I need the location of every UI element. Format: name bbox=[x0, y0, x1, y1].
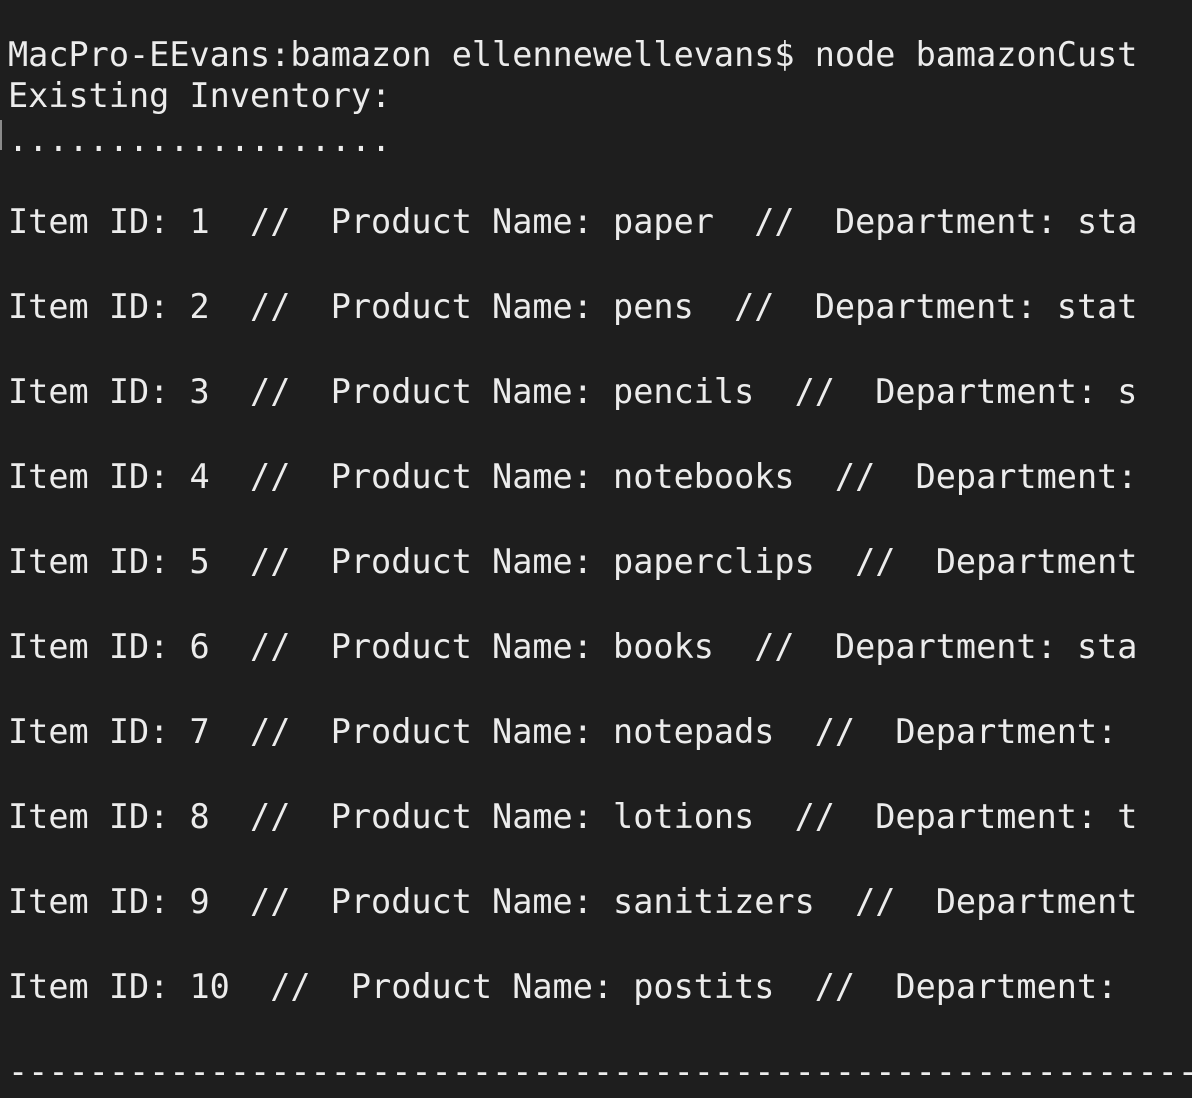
inventory-item-9: Item ID: 9 // Product Name: sanitizers /… bbox=[8, 882, 1138, 921]
inventory-item-6: Item ID: 6 // Product Name: books // Dep… bbox=[8, 627, 1138, 666]
command-prompt-line: MacPro-EEvans:bamazon ellennewellevans$ … bbox=[8, 35, 1138, 74]
inventory-item-2: Item ID: 2 // Product Name: pens // Depa… bbox=[8, 287, 1138, 326]
inventory-item-5: Item ID: 5 // Product Name: paperclips /… bbox=[8, 542, 1138, 581]
inventory-item-1: Item ID: 1 // Product Name: paper // Dep… bbox=[8, 202, 1138, 241]
inventory-item-8: Item ID: 8 // Product Name: lotions // D… bbox=[8, 797, 1138, 836]
inventory-item-7: Item ID: 7 // Product Name: notepads // … bbox=[8, 712, 1118, 751]
inventory-header: Existing Inventory: bbox=[8, 76, 392, 115]
dots-divider: ................... bbox=[8, 120, 392, 159]
separator-line: ----------------------------------------… bbox=[8, 1052, 1192, 1091]
inventory-item-10: Item ID: 10 // Product Name: postits // … bbox=[8, 967, 1118, 1006]
text-cursor bbox=[0, 120, 2, 150]
terminal-window[interactable]: MacPro-EEvans:bamazon ellennewellevans$ … bbox=[0, 0, 1192, 1098]
inventory-item-4: Item ID: 4 // Product Name: notebooks //… bbox=[8, 457, 1138, 496]
inventory-item-3: Item ID: 3 // Product Name: pencils // D… bbox=[8, 372, 1138, 411]
